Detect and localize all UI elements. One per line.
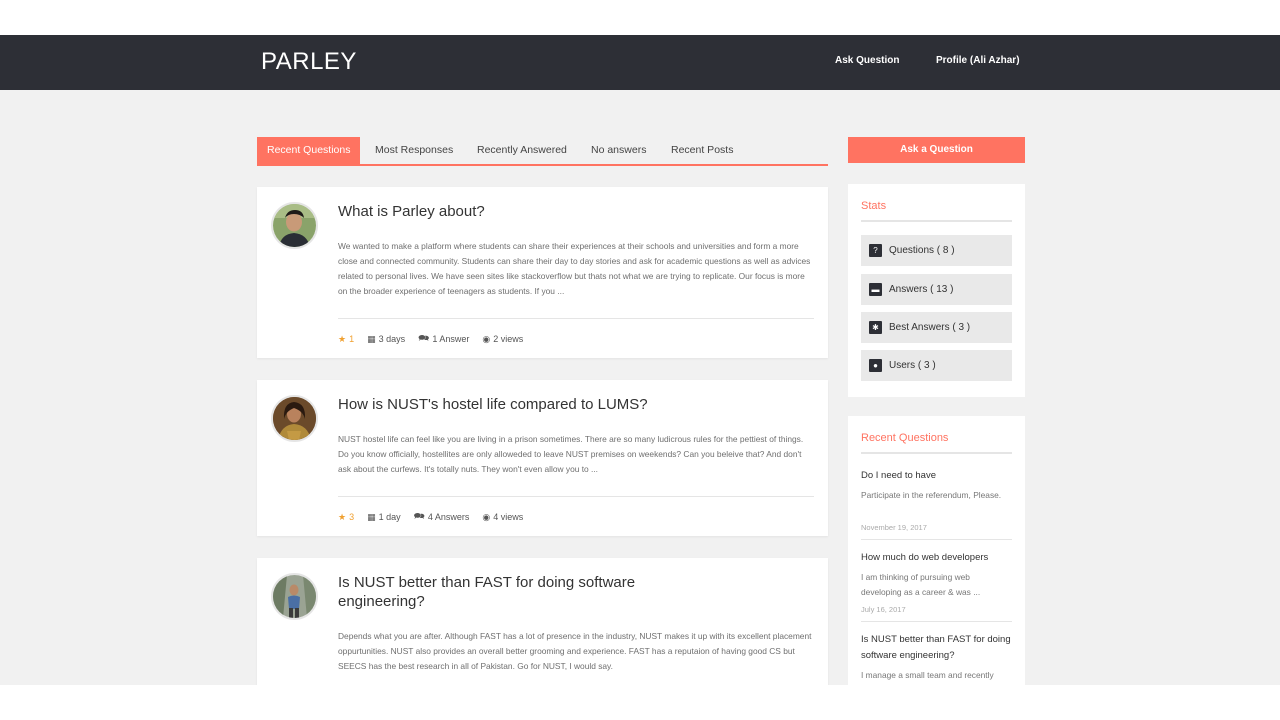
question-meta: ★ 1 ▦ 3 days 🗪 1 Answer ◉ 2 views [338, 332, 536, 346]
main-content: Recent Questions Most Responses Recently… [0, 90, 1280, 685]
divider [861, 452, 1012, 454]
question-title[interactable]: What is Parley about? [338, 202, 678, 221]
nav-ask-question[interactable]: Ask Question [835, 55, 899, 66]
recent-question-excerpt: Participate in the referendum, Please. [861, 490, 1002, 500]
stat-questions[interactable]: ? Questions ( 8 ) [861, 235, 1012, 266]
recent-questions-title: Recent Questions [861, 432, 949, 444]
time-ago: ▦ 1 day [367, 511, 401, 523]
question-card: Is NUST better than FAST for doing softw… [257, 558, 828, 685]
avatar[interactable] [271, 395, 318, 442]
asterisk-icon: ✱ [869, 321, 882, 334]
avatar-photo-icon [273, 575, 316, 618]
question-title[interactable]: Is NUST better than FAST for doing softw… [338, 573, 678, 611]
divider [861, 220, 1012, 222]
top-margin [0, 0, 1280, 35]
recent-question-link[interactable]: How much do web developers [861, 550, 1012, 566]
time-ago: ▦ 3 days [367, 333, 406, 345]
question-card: What is Parley about? We wanted to make … [257, 187, 828, 358]
stat-users[interactable]: ● Users ( 3 ) [861, 350, 1012, 381]
recent-question-date: July 16, 2017 [861, 605, 906, 614]
question-excerpt: Depends what you are after. Although FAS… [338, 631, 812, 671]
eye-icon: ◉ [482, 511, 491, 522]
view-count: ◉ 4 views [482, 511, 524, 523]
avatar-photo-icon [273, 204, 316, 247]
star-icon: ★ [338, 333, 347, 344]
question-excerpt: We wanted to make a platform where stude… [338, 241, 811, 296]
answer-count[interactable]: 🗪 1 Answer [418, 331, 469, 347]
eye-icon: ◉ [482, 333, 491, 344]
bottom-margin [0, 685, 1280, 720]
question-title[interactable]: How is NUST's hostel life compared to LU… [338, 395, 678, 414]
divider [861, 621, 1012, 622]
question-excerpt: NUST hostel life can feel like you are l… [338, 434, 804, 474]
question-icon: ? [869, 244, 882, 257]
site-logo[interactable]: PARLEY [261, 48, 357, 76]
answer-count[interactable]: 🗪 4 Answers [414, 509, 470, 525]
avatar-photo-icon [273, 397, 316, 440]
user-icon: ● [869, 359, 882, 372]
stats-widget: Stats ? Questions ( 8 ) ▬ Answers ( 13 )… [848, 184, 1025, 397]
calendar-icon: ▦ [367, 511, 376, 522]
comments-icon: 🗪 [418, 333, 430, 343]
star-icon: ★ [338, 511, 347, 522]
divider [338, 496, 814, 497]
comments-icon: 🗪 [413, 511, 425, 521]
avatar[interactable] [271, 573, 318, 620]
recent-questions-widget: Recent Questions Do I need to have Parti… [848, 416, 1025, 685]
divider [338, 318, 814, 319]
stat-answers[interactable]: ▬ Answers ( 13 ) [861, 274, 1012, 305]
ask-question-button[interactable]: Ask a Question [848, 137, 1025, 163]
nav-profile[interactable]: Profile (Ali Azhar) [936, 55, 1020, 66]
tab-no-answers[interactable]: No answers [591, 137, 646, 164]
rating[interactable]: ★ 3 [338, 512, 354, 523]
tab-most-responses[interactable]: Most Responses [375, 137, 453, 164]
divider [861, 539, 1012, 540]
calendar-icon: ▦ [367, 333, 376, 344]
rating[interactable]: ★ 1 [338, 334, 354, 345]
question-tabs: Recent Questions Most Responses Recently… [257, 137, 828, 166]
stats-title: Stats [861, 200, 887, 212]
avatar[interactable] [271, 202, 318, 249]
recent-question-link[interactable]: Is NUST better than FAST for doing softw… [861, 632, 1012, 664]
view-count: ◉ 2 views [482, 333, 524, 345]
comment-icon: ▬ [869, 283, 882, 296]
recent-question-link[interactable]: Do I need to have [861, 468, 1012, 484]
recent-question-date: November 19, 2017 [861, 523, 927, 532]
recent-question-excerpt: I manage a small team and recently [861, 670, 994, 680]
tab-recent-posts[interactable]: Recent Posts [671, 137, 733, 164]
question-meta: ★ 3 ▦ 1 day 🗪 4 Answers ◉ 4 views [338, 510, 536, 524]
question-card: How is NUST's hostel life compared to LU… [257, 380, 828, 536]
tab-recently-answered[interactable]: Recently Answered [477, 137, 567, 164]
site-header: PARLEY Ask Question Profile (Ali Azhar) [0, 35, 1280, 90]
tab-recent-questions[interactable]: Recent Questions [257, 137, 361, 164]
recent-question-excerpt: I am thinking of pursuing web developing… [861, 572, 981, 597]
stat-best-answers[interactable]: ✱ Best Answers ( 3 ) [861, 312, 1012, 343]
